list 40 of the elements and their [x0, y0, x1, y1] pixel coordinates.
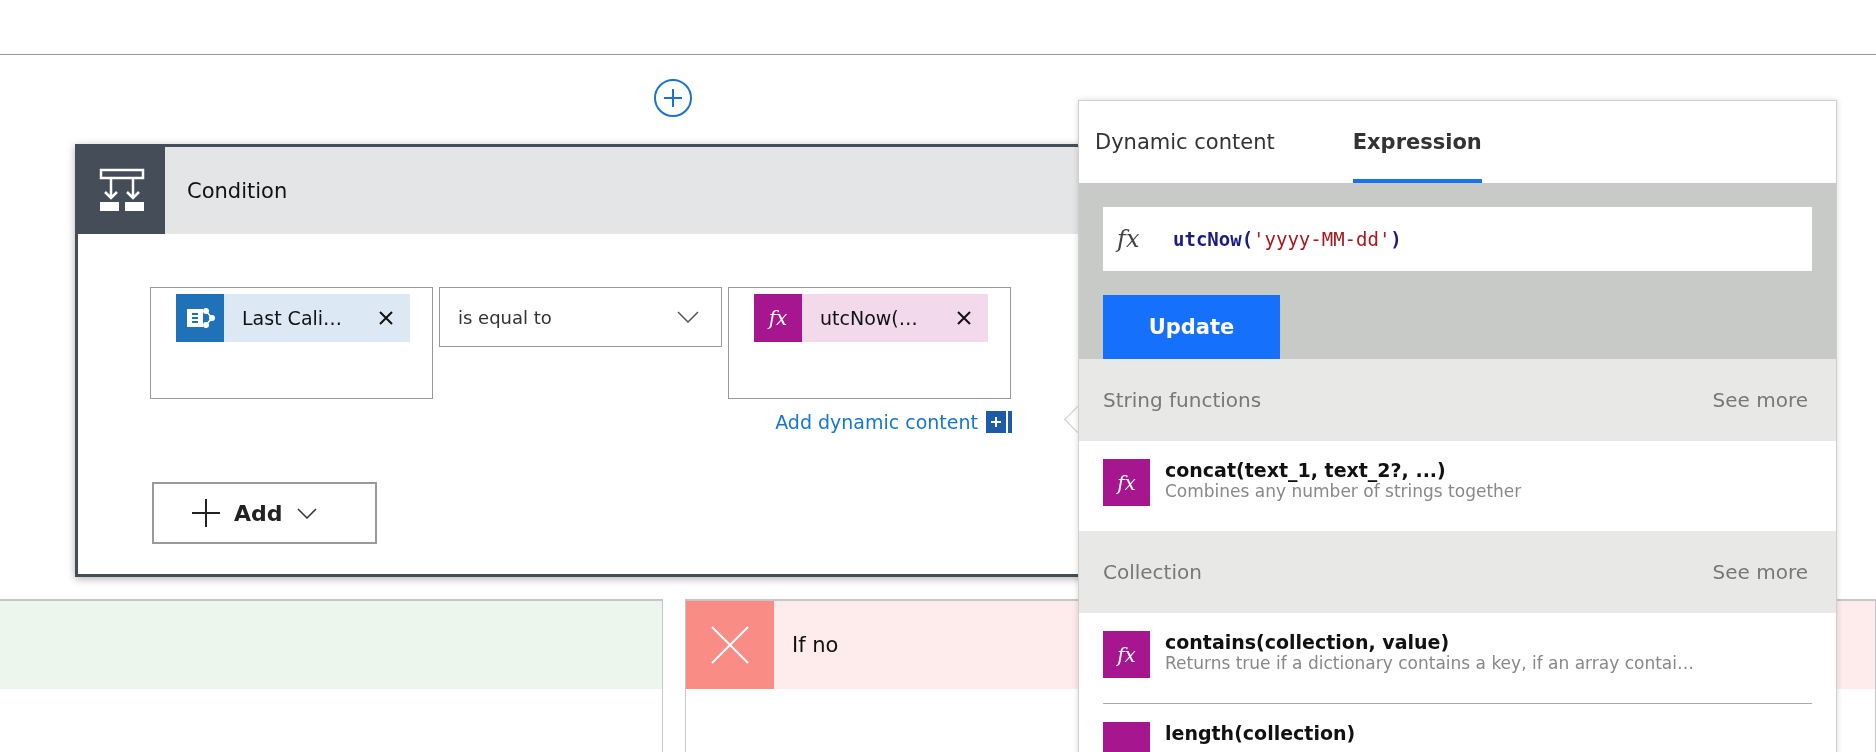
- branch-title: If no: [792, 633, 839, 657]
- fx-icon: fx: [1117, 225, 1173, 253]
- fx-icon: fx: [1103, 459, 1150, 506]
- close-icon: [956, 310, 972, 326]
- add-button[interactable]: Add: [152, 482, 377, 544]
- expression-text: utcNow('yyyy-MM-dd'): [1173, 228, 1402, 250]
- token-label: Last Cali…: [242, 307, 343, 329]
- update-button[interactable]: Update: [1103, 295, 1280, 359]
- fx-icon: fx: [768, 306, 788, 330]
- chevron-down-icon: [677, 311, 699, 323]
- function-item[interactable]: fx concat(text_1, text_2?, ...) Combines any number of strings together: [1079, 441, 1836, 531]
- function-description: Combines any number of strings together: [1165, 481, 1522, 501]
- group-title: String functions: [1103, 388, 1262, 412]
- function-name: contains(collection, value): [1165, 631, 1451, 653]
- expression-field[interactable]: fx utcNow('yyyy-MM-dd'): [1103, 207, 1812, 271]
- function-name: concat(text_1, text_2?, ...): [1165, 459, 1447, 481]
- see-more-link[interactable]: See more: [1712, 560, 1808, 584]
- tab[interactable]: Dynamic content: [1095, 101, 1275, 183]
- plus-icon: [986, 411, 1012, 433]
- dropdown-value: is equal to: [458, 306, 552, 328]
- value-field[interactable]: fx utcNow(…: [728, 287, 1011, 399]
- card-title: Condition: [187, 178, 288, 203]
- token-label: utcNow(…: [820, 307, 918, 329]
- see-more-link[interactable]: See more: [1712, 388, 1808, 412]
- close-icon: [378, 310, 394, 326]
- add-step-icon[interactable]: [653, 78, 693, 118]
- group-title: Collection: [1103, 560, 1202, 584]
- token-chip[interactable]: fx utcNow(…: [754, 294, 988, 342]
- chevron-down-icon: [296, 507, 317, 519]
- add-dynamic-content-link[interactable]: Add dynamic content: [775, 411, 978, 433]
- x-icon: [710, 625, 750, 665]
- function-item[interactable]: fx contains(collection, value) Returns true if a dictionary contains a key, if an array contai…: [1079, 613, 1836, 703]
- value-field[interactable]: Last Cali…: [150, 287, 433, 399]
- fx-icon: fx: [1103, 631, 1150, 678]
- function-name: length(collection): [1165, 722, 1356, 744]
- function-description: Returns true if a dictionary contains a key, if an array contai…: [1165, 653, 1694, 673]
- token-chip[interactable]: Last Cali…: [176, 294, 410, 342]
- plus-icon: [192, 499, 220, 527]
- function-item[interactable]: length(collection): [1103, 703, 1812, 752]
- operator-dropdown[interactable]: is equal to: [439, 287, 722, 347]
